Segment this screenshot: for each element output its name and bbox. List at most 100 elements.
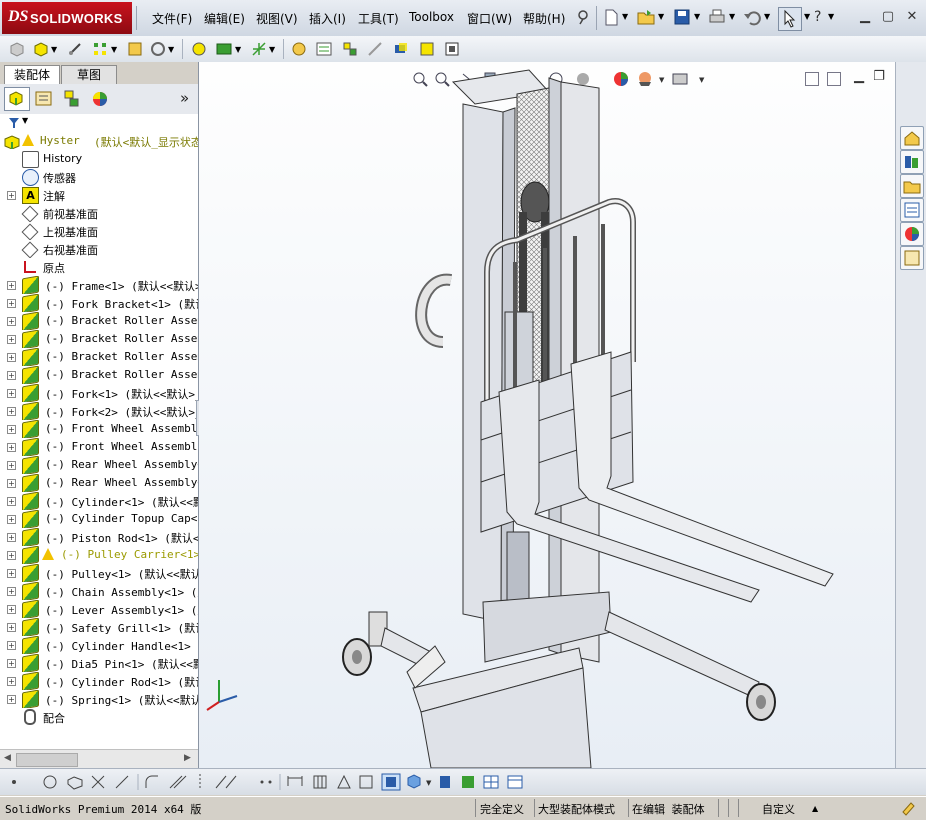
assembly-icon[interactable] [8,40,26,58]
tree-item[interactable]: + (-) Spring<1> (默认<<默认 [0,690,198,708]
tree-item[interactable]: 右视基准面 [0,240,198,258]
tree-item[interactable]: + (-) Lever Assembly<1> (默 [0,600,198,618]
rotate-component-icon[interactable] [149,40,167,58]
quick-tips-icon[interactable] [900,800,916,816]
tree-item[interactable]: + (-) Fork<1> (默认<<默认>_ [0,384,198,402]
help-icon[interactable]: ? [814,9,821,25]
appearances-tab[interactable] [900,222,924,246]
expand-panel-button[interactable]: » [180,89,189,107]
menu-toolbox[interactable]: Toolbox [409,10,454,24]
expand-toggle-icon[interactable]: + [7,317,16,326]
tree-item[interactable]: + (-) Chain Assembly<1> (默 [0,582,198,600]
tree-item[interactable]: 原点 [0,258,198,276]
close-button[interactable]: ✕ [904,10,920,24]
reference-geometry-icon[interactable] [250,40,268,58]
tree-item[interactable]: + (-) Safety Grill<1> (默认 [0,618,198,636]
configuration-manager-icon[interactable] [62,89,82,109]
scroll-left-icon[interactable]: ◀ [4,753,11,763]
menu-insert[interactable]: 插入(I) [309,10,346,27]
explode-line-sketch-icon[interactable] [366,40,384,58]
move-component-icon[interactable] [126,40,144,58]
tree-item[interactable]: 前视基准面 [0,204,198,222]
chevron-down-icon[interactable]: ▼ [764,12,770,21]
tree-item[interactable]: + (-) Rear Wheel Assembly<1 [0,456,198,474]
tree-horizontal-scrollbar[interactable]: ◀ ▶ [0,749,198,768]
expand-toggle-icon[interactable]: + [7,605,16,614]
new-document-icon[interactable] [602,8,620,26]
tree-item[interactable]: + (-) Cylinder<1> (默认<<默 [0,492,198,510]
expand-toggle-icon[interactable]: + [7,389,16,398]
mate-icon[interactable] [66,40,84,58]
new-motion-study-icon[interactable] [290,40,308,58]
open-folder-icon[interactable] [637,8,655,26]
assembly-model-view[interactable] [199,62,895,768]
scroll-thumb[interactable] [16,753,78,767]
chevron-down-icon[interactable]: ▼ [235,45,241,54]
chevron-down-icon[interactable]: ▼ [111,45,117,54]
chevron-up-icon[interactable]: ▲ [812,804,818,813]
expand-toggle-icon[interactable]: + [7,353,16,362]
menu-file[interactable]: 文件(F) [152,10,192,27]
expand-toggle-icon[interactable]: + [7,461,16,470]
tree-item[interactable]: + (-) Bracket Roller Assembl [0,348,198,366]
property-manager-icon[interactable] [34,89,54,109]
linear-pattern-icon[interactable] [92,40,110,58]
interference-detection-icon[interactable] [392,40,410,58]
exploded-view-icon[interactable] [341,40,359,58]
expand-toggle-icon[interactable]: + [7,281,16,290]
solidworks-resources-tab[interactable] [900,126,924,150]
chevron-down-icon[interactable]: ▼ [22,116,28,125]
scroll-right-icon[interactable]: ▶ [184,753,191,763]
print-icon[interactable] [708,8,726,26]
expand-toggle-icon[interactable]: + [7,569,16,578]
menu-edit[interactable]: 编辑(E) [204,10,245,27]
insert-component-icon[interactable] [32,40,50,58]
chevron-down-icon[interactable]: ▼ [729,12,735,21]
chevron-down-icon[interactable]: ▼ [694,12,700,21]
expand-toggle-icon[interactable]: + [7,479,16,488]
expand-toggle-icon[interactable]: + [7,659,16,668]
save-icon[interactable] [673,8,691,26]
expand-toggle-icon[interactable]: + [7,677,16,686]
tree-item[interactable]: + (-) Dia5 Pin<1> (默认<<默 [0,654,198,672]
menu-view[interactable]: 视图(V) [256,10,298,27]
menu-window[interactable]: 窗口(W) [467,10,512,27]
tree-item[interactable]: 传感器 [0,168,198,186]
design-library-tab[interactable] [900,150,924,174]
custom-properties-tab[interactable] [900,246,924,270]
chevron-down-icon[interactable]: ▼ [168,45,174,54]
chevron-down-icon[interactable]: ▼ [51,45,57,54]
instant3d-icon[interactable] [443,40,461,58]
tab-assembly[interactable]: 装配体 [4,65,60,84]
tree-item[interactable]: 配合 [0,708,198,726]
expand-toggle-icon[interactable]: + [7,533,16,542]
expand-toggle-icon[interactable]: + [7,407,16,416]
tree-item[interactable]: 上视基准面 [0,222,198,240]
tree-item[interactable]: + (-) Bracket Roller Assembl [0,366,198,384]
chevron-down-icon[interactable]: ▼ [828,12,834,21]
graphics-area[interactable]: ▼ ▼ ▁ ❐ ✕ [199,62,906,768]
pin-icon[interactable] [575,9,591,25]
expand-toggle-icon[interactable]: + [7,623,16,632]
status-units[interactable]: 自定义 [762,801,795,817]
expand-toggle-icon[interactable]: + [7,695,16,704]
select-button[interactable] [778,7,802,31]
clearance-verification-icon[interactable] [418,40,436,58]
chevron-down-icon[interactable]: ▼ [658,12,664,21]
expand-toggle-icon[interactable]: + [7,443,16,452]
expand-toggle-icon[interactable]: + [7,641,16,650]
expand-toggle-icon[interactable]: + [7,551,16,560]
chevron-down-icon[interactable]: ▼ [804,12,810,21]
tree-item[interactable]: + (-) Front Wheel Assembly< [0,420,198,438]
expand-toggle-icon[interactable]: + [7,515,16,524]
filter-icon[interactable] [8,117,20,129]
expand-toggle-icon[interactable]: + [7,497,16,506]
tree-item[interactable]: + (-) Piston Rod<1> (默认<< [0,528,198,546]
bill-of-materials-icon[interactable] [315,40,333,58]
minimize-button[interactable]: ▁ [857,10,873,24]
smart-fasteners-icon[interactable] [190,40,208,58]
tree-item[interactable]: + (-) Fork<2> (默认<<默认>_ [0,402,198,420]
tree-item[interactable]: + A 注解 [0,186,198,204]
expand-toggle-icon[interactable]: + [7,371,16,380]
assembly-features-icon[interactable] [215,40,233,58]
